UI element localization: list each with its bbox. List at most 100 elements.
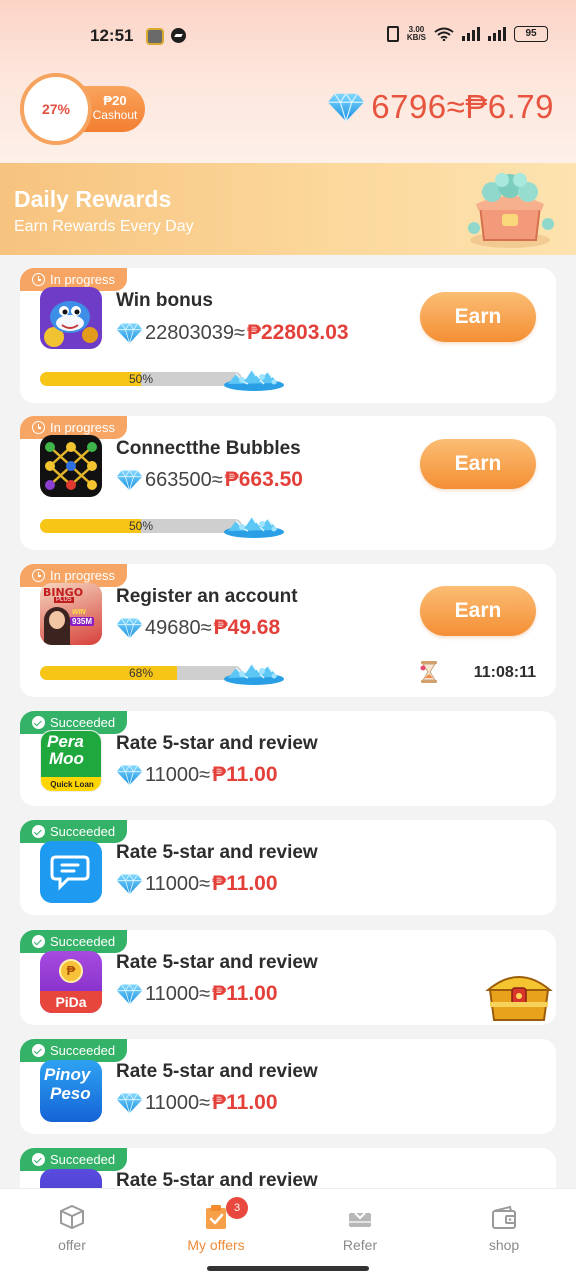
earn-button[interactable]: Earn bbox=[420, 439, 536, 489]
reward-gems: 11000≈ bbox=[145, 1091, 211, 1114]
wifi-icon bbox=[434, 27, 454, 41]
status-tag: Succeeded bbox=[20, 1148, 128, 1171]
cube-icon bbox=[60, 1204, 84, 1230]
banner-subtitle: Earn Rewards Every Day bbox=[14, 218, 194, 235]
diamond-icon bbox=[116, 617, 143, 639]
bingo-face-graphic bbox=[49, 611, 65, 629]
offer-card[interactable]: In progress Connectthe Bubbles 663500≈ ₱… bbox=[20, 416, 556, 550]
offer-title: Register an account bbox=[116, 586, 298, 607]
offer-card[interactable]: Succeeded Pinoy Peso Rate 5-star and rev… bbox=[20, 1039, 556, 1134]
nav-refer[interactable]: Refer bbox=[288, 1189, 432, 1269]
check-circle-icon bbox=[32, 825, 45, 838]
offer-title: Rate 5-star and review bbox=[116, 1061, 318, 1082]
clock-icon bbox=[32, 421, 45, 434]
cashout-amount: ₱20 bbox=[103, 93, 127, 108]
peramoo-app-icon: Pera Moo Quick Loan bbox=[40, 730, 102, 792]
reward-gems: 663500≈ bbox=[145, 468, 223, 491]
status-label: Succeeded bbox=[50, 715, 116, 730]
cashout-label: Cashout bbox=[92, 108, 138, 122]
peramoo-logo-line3: Quick Loan bbox=[41, 777, 101, 791]
download-tray-icon bbox=[349, 1212, 371, 1227]
cashout-progress-ring[interactable]: 27% bbox=[20, 73, 92, 145]
nav-shop-label: shop bbox=[488, 1237, 520, 1253]
nav-offer[interactable]: offer bbox=[0, 1189, 144, 1269]
notification-badge: 3 bbox=[226, 1197, 248, 1219]
network-speed: 3.00 KB/S bbox=[407, 26, 426, 42]
offer-card[interactable]: Succeeded ₱ PiDa Rate 5-star and review … bbox=[20, 930, 556, 1025]
check-circle-icon bbox=[32, 716, 45, 729]
pinoy-peso-app-icon: Pinoy Peso bbox=[40, 1060, 102, 1122]
clock-icon bbox=[32, 273, 45, 286]
home-indicator bbox=[207, 1266, 369, 1271]
offer-reward: 49680≈ ₱49.68 bbox=[116, 616, 280, 640]
cashout-progress-value: 27% bbox=[41, 101, 71, 117]
offer-card[interactable]: Succeeded Pera Moo Quick Loan Rate 5-sta… bbox=[20, 711, 556, 806]
diamond-icon bbox=[116, 873, 143, 895]
pinoy-logo-line1: Pinoy bbox=[44, 1065, 91, 1084]
diamond-icon bbox=[116, 322, 143, 344]
countdown-timer: 11:08:11 bbox=[473, 664, 536, 681]
status-label: In progress bbox=[50, 420, 116, 435]
nav-my-offers[interactable]: 3 My offers bbox=[144, 1189, 288, 1269]
status-label: Succeeded bbox=[50, 1152, 116, 1167]
reward-peso: ₱11.00 bbox=[212, 872, 278, 895]
diamond-icon bbox=[116, 983, 143, 1005]
reward-gems: 49680≈ bbox=[145, 616, 212, 639]
cashout-info: ₱20 Cashout bbox=[90, 93, 140, 123]
reward-gems: 11000≈ bbox=[145, 763, 211, 786]
pinoy-logo-line2: Peso bbox=[50, 1084, 91, 1103]
progress-label: 50% bbox=[128, 372, 154, 386]
signal-icon-2 bbox=[488, 27, 506, 41]
reward-peso: ₱663.50 bbox=[224, 468, 303, 491]
offer-card[interactable]: Succeeded Rate 5-star and review 11000≈ … bbox=[20, 820, 556, 915]
offer-title: Rate 5-star and review bbox=[116, 733, 318, 754]
diamond-icon bbox=[116, 469, 143, 491]
balance-display: 6796≈₱6.79 bbox=[327, 88, 554, 126]
progress-bar: 50% bbox=[40, 372, 242, 386]
reward-peso: ₱11.00 bbox=[212, 763, 278, 786]
diamond-icon bbox=[116, 1092, 143, 1114]
bingo-amount-text: 935M bbox=[70, 617, 95, 626]
blue-chat-app-icon bbox=[40, 841, 102, 903]
network-speed-unit: KB/S bbox=[406, 33, 426, 42]
reward-peso: ₱49.68 bbox=[213, 616, 281, 639]
gem-pile-icon bbox=[222, 362, 286, 392]
battery-icon: 95 bbox=[514, 26, 548, 42]
offer-card[interactable]: In progress BINGO PLUS WIN 935M Register… bbox=[20, 564, 556, 697]
nav-offer-label: offer bbox=[58, 1237, 86, 1253]
connect-bubbles-app-icon bbox=[40, 435, 102, 497]
banner-title: Daily Rewards bbox=[14, 186, 172, 212]
gem-pile-icon bbox=[222, 656, 286, 686]
vibrate-icon bbox=[386, 26, 399, 42]
bingo-plus-app-icon: BINGO PLUS WIN 935M bbox=[40, 583, 102, 645]
offer-title: Win bonus bbox=[116, 290, 213, 311]
offer-title: Connectthe Bubbles bbox=[116, 438, 301, 459]
status-label: In progress bbox=[50, 272, 116, 287]
gem-pile-icon bbox=[222, 509, 286, 539]
progress-bar: 68% bbox=[40, 666, 242, 680]
status-tag: Succeeded bbox=[20, 1039, 128, 1062]
status-label: Succeeded bbox=[50, 934, 116, 949]
nav-my-offers-label: My offers bbox=[187, 1237, 245, 1253]
wallet-icon bbox=[492, 1205, 516, 1229]
status-tag: Succeeded bbox=[20, 930, 128, 953]
floating-treasure-chest-icon[interactable] bbox=[484, 962, 554, 1024]
offer-card[interactable]: In progress Win bonus 22803039≈ ₱22803.0… bbox=[20, 268, 556, 403]
nav-shop[interactable]: shop bbox=[432, 1189, 576, 1269]
offer-reward: 663500≈ ₱663.50 bbox=[116, 468, 303, 492]
status-icons: 3.00 KB/S 95 bbox=[386, 26, 548, 42]
earn-button[interactable]: Earn bbox=[420, 292, 536, 342]
reward-peso: ₱11.00 bbox=[212, 1091, 278, 1114]
progress-bar: 50% bbox=[40, 519, 242, 533]
reward-peso: ₱11.00 bbox=[212, 982, 278, 1005]
diamond-icon bbox=[116, 764, 143, 786]
reward-gems: 11000≈ bbox=[145, 982, 211, 1005]
peramoo-logo-line1: Pera bbox=[47, 732, 84, 751]
treasure-chest-icon bbox=[468, 173, 554, 248]
offer-title: Rate 5-star and review bbox=[116, 952, 318, 973]
earn-button[interactable]: Earn bbox=[420, 586, 536, 636]
reward-gems: 11000≈ bbox=[145, 872, 211, 895]
status-label: In progress bbox=[50, 568, 116, 583]
progress-label: 68% bbox=[128, 666, 154, 680]
reward-peso: ₱22803.03 bbox=[246, 321, 349, 344]
